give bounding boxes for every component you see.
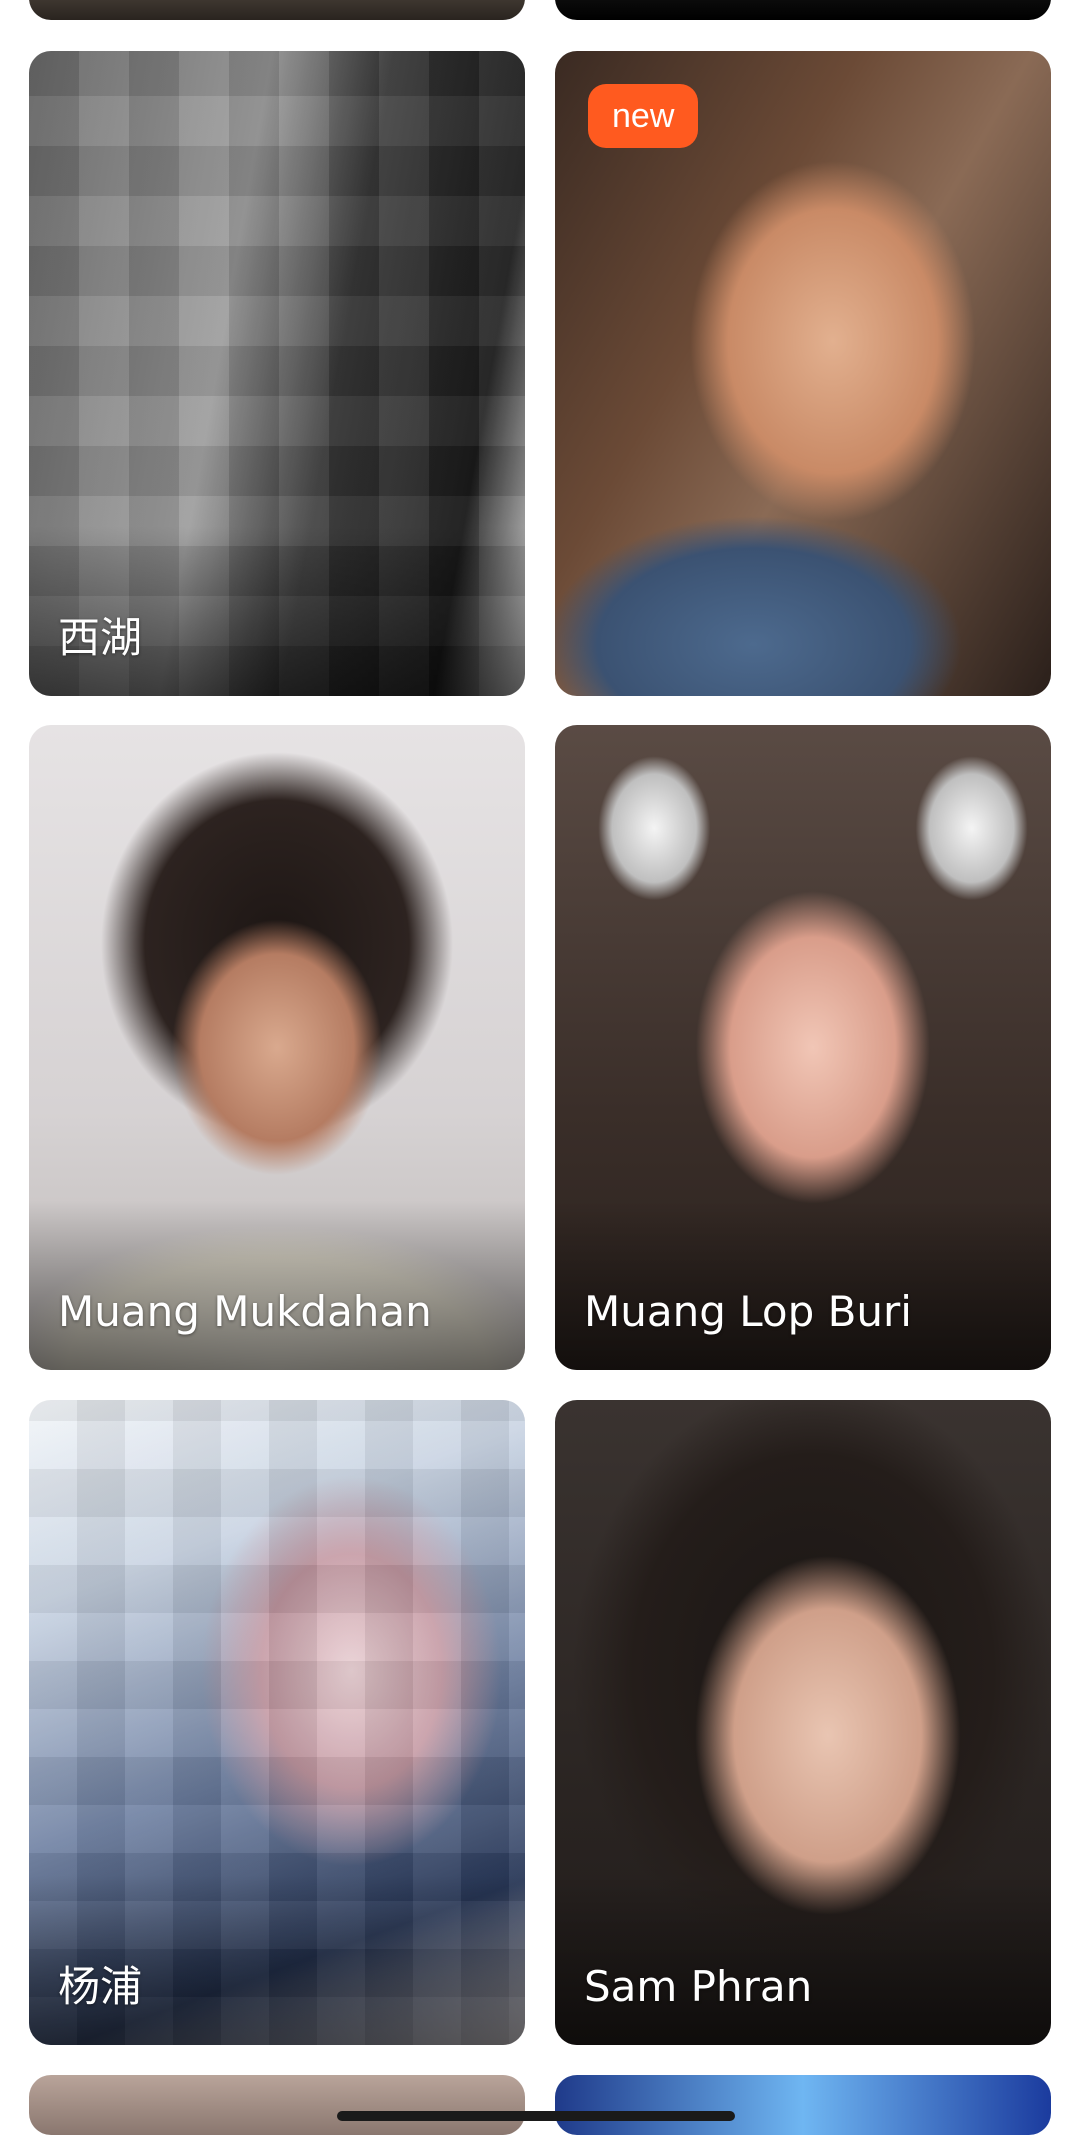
profile-card[interactable]: Sam Phran (555, 1400, 1051, 2045)
new-badge: new (588, 84, 699, 148)
profile-location-label: Muang Mukdahan (58, 1287, 432, 1336)
photo-gradient (555, 1875, 1051, 2045)
photo-gradient (29, 526, 525, 696)
photo-gradient (29, 1875, 525, 2045)
profile-location-label: 西湖 (58, 613, 143, 662)
profile-card-partial[interactable] (555, 0, 1051, 20)
profile-location-label: Sam Phran (584, 1962, 813, 2011)
profile-location-label: Muang Lop Buri (584, 1287, 912, 1336)
home-indicator[interactable] (337, 2111, 735, 2121)
profile-card[interactable]: Muang Mukdahan (29, 725, 525, 1370)
profile-card[interactable]: 西湖 (29, 51, 525, 696)
profile-card[interactable]: 杨浦 (29, 1400, 525, 2045)
photo-gradient (29, 1200, 525, 1370)
profile-card-partial[interactable] (29, 2075, 525, 2135)
profile-grid: 西湖 new Muang Mukdahan Muang Lop Buri 杨浦 … (0, 0, 1080, 2135)
profile-location-label: 杨浦 (58, 1962, 143, 2011)
profile-card[interactable]: new (555, 51, 1051, 696)
profile-card-partial[interactable] (555, 2075, 1051, 2135)
photo-gradient (555, 1200, 1051, 1370)
profile-card[interactable]: Muang Lop Buri (555, 725, 1051, 1370)
profile-card-partial[interactable] (29, 0, 525, 20)
